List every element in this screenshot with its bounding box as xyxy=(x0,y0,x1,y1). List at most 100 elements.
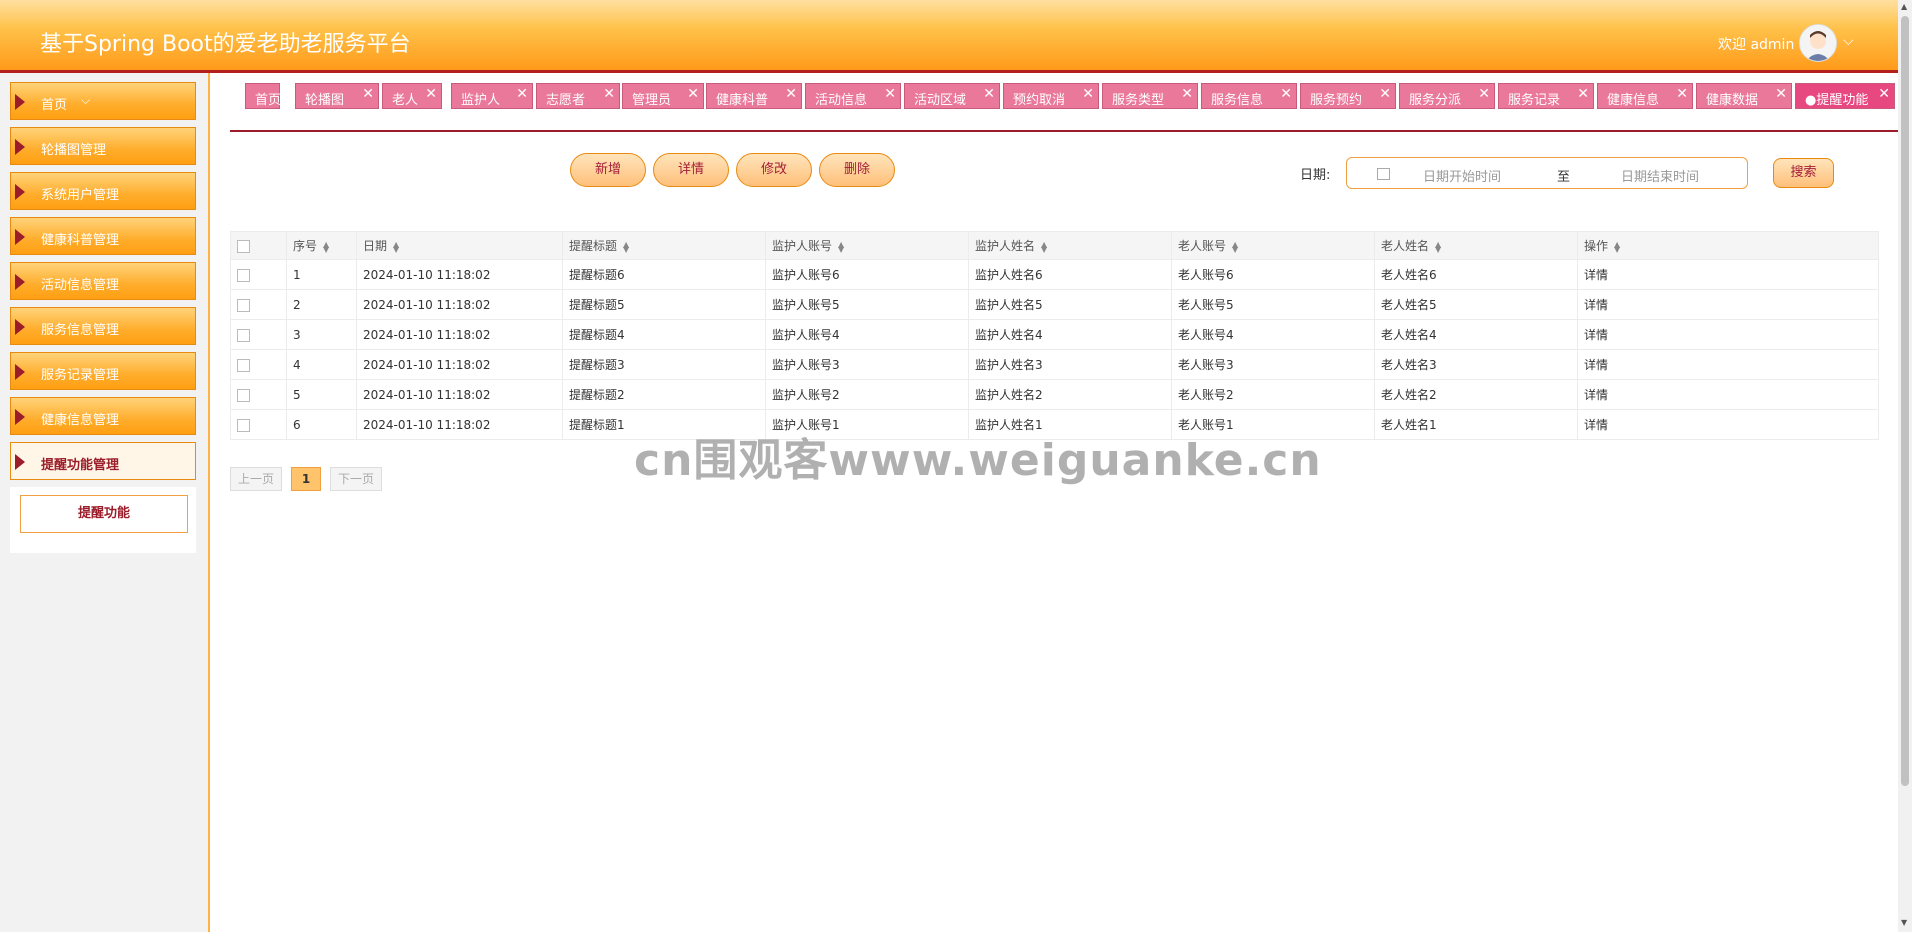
date-start-input[interactable]: 日期开始时间 xyxy=(1423,166,1501,185)
table-row[interactable]: 4 2024-01-10 11:18:02 提醒标题3 监护人账号3 监护人姓名3 老人账… xyxy=(230,349,1879,380)
row-detail-link[interactable]: 详情 xyxy=(1577,259,1879,290)
close-icon[interactable]: ✕ xyxy=(1878,86,1890,102)
tab-health-data[interactable]: 健康数据 ✕ xyxy=(1696,83,1792,109)
sort-icon[interactable]: ▲ ▼ xyxy=(323,240,329,253)
sidebar-item-service-record[interactable]: 服务记录管理 xyxy=(10,352,196,390)
tab-home[interactable]: 首页 xyxy=(245,83,281,109)
tab-volunteer[interactable]: 志愿者 ✕ xyxy=(536,83,620,109)
edit-button[interactable]: 修改 xyxy=(736,153,812,187)
date-range-picker[interactable]: 日期开始时间 至 日期结束时间 xyxy=(1346,157,1748,189)
column-header[interactable]: 老人账号 ▲ ▼ xyxy=(1171,231,1375,260)
column-header[interactable]: 老人姓名 ▲ ▼ xyxy=(1374,231,1578,260)
tab-reminder[interactable]: ●提醒功能 ✕ xyxy=(1795,83,1895,109)
tab-carousel[interactable]: 轮播图 ✕ xyxy=(295,83,379,109)
checkbox-icon[interactable] xyxy=(237,418,250,432)
tab-activity-info[interactable]: 活动信息 ✕ xyxy=(805,83,901,109)
row-detail-link[interactable]: 详情 xyxy=(1577,349,1879,380)
close-icon[interactable]: ✕ xyxy=(687,86,699,102)
row-detail-link[interactable]: 详情 xyxy=(1577,409,1879,440)
column-header[interactable]: 操作 ▲ ▼ xyxy=(1577,231,1879,260)
tab-elderly[interactable]: 老人 ✕ xyxy=(382,83,442,109)
close-icon[interactable]: ✕ xyxy=(603,86,615,102)
row-select-cell[interactable] xyxy=(230,379,287,410)
column-header[interactable]: 监护人姓名 ▲ ▼ xyxy=(968,231,1172,260)
close-icon[interactable]: ✕ xyxy=(1478,86,1490,102)
tab-activity-area[interactable]: 活动区域 ✕ xyxy=(904,83,1000,109)
close-icon[interactable]: ✕ xyxy=(1082,86,1094,102)
close-icon[interactable]: ✕ xyxy=(983,86,995,102)
close-icon[interactable]: ✕ xyxy=(785,86,797,102)
close-icon[interactable]: ✕ xyxy=(1676,86,1688,102)
tab-health-science[interactable]: 健康科普 ✕ xyxy=(706,83,802,109)
scroll-up-icon[interactable]: ▲ xyxy=(1901,2,1907,11)
column-header[interactable]: 日期 ▲ ▼ xyxy=(356,231,563,260)
row-detail-link[interactable]: 详情 xyxy=(1577,379,1879,410)
close-icon[interactable]: ✕ xyxy=(1280,86,1292,102)
search-button[interactable]: 搜索 xyxy=(1773,158,1834,188)
close-icon[interactable]: ✕ xyxy=(516,86,528,102)
tab-booking-cancel[interactable]: 预约取消 ✕ xyxy=(1003,83,1099,109)
select-all-cell[interactable] xyxy=(230,231,287,260)
checkbox-icon[interactable] xyxy=(237,239,250,253)
column-header[interactable]: 序号 ▲ ▼ xyxy=(286,231,357,260)
row-select-cell[interactable] xyxy=(230,259,287,290)
sidebar-item-reminder[interactable]: 提醒功能管理 xyxy=(10,442,196,480)
column-header[interactable]: 提醒标题 ▲ ▼ xyxy=(562,231,766,260)
close-icon[interactable]: ✕ xyxy=(1181,86,1193,102)
sidebar-item-service-info[interactable]: 服务信息管理 xyxy=(10,307,196,345)
chevron-down-icon[interactable]: ⌵ xyxy=(1843,33,1854,49)
table-row[interactable]: 1 2024-01-10 11:18:02 提醒标题6 监护人账号6 监护人姓名6 老人账… xyxy=(230,259,1879,290)
row-detail-link[interactable]: 详情 xyxy=(1577,289,1879,320)
checkbox-icon[interactable] xyxy=(237,328,250,342)
row-select-cell[interactable] xyxy=(230,319,287,350)
tab-health-info[interactable]: 健康信息 ✕ xyxy=(1597,83,1693,109)
table-row[interactable]: 3 2024-01-10 11:18:02 提醒标题4 监护人账号4 监护人姓名4 老人账… xyxy=(230,319,1879,350)
avatar[interactable] xyxy=(1799,24,1837,62)
row-select-cell[interactable] xyxy=(230,289,287,320)
sort-icon[interactable]: ▲ ▼ xyxy=(623,240,629,253)
sidebar-subitem-reminder[interactable]: 提醒功能 xyxy=(20,495,188,533)
close-icon[interactable]: ✕ xyxy=(884,86,896,102)
sidebar-item-system-users[interactable]: 系统用户管理 xyxy=(10,172,196,210)
sidebar-item-health-science[interactable]: 健康科普管理 xyxy=(10,217,196,255)
scroll-down-icon[interactable]: ▼ xyxy=(1901,918,1907,927)
scrollbar[interactable]: ▲ ▼ xyxy=(1898,0,1912,932)
sort-icon[interactable]: ▲ ▼ xyxy=(393,240,399,253)
sort-icon[interactable]: ▲ ▼ xyxy=(1041,240,1047,253)
table-row[interactable]: 5 2024-01-10 11:18:02 提醒标题2 监护人账号2 监护人姓名2 老人账… xyxy=(230,379,1879,410)
table-row[interactable]: 2 2024-01-10 11:18:02 提醒标题5 监护人账号5 监护人姓名5 老人账… xyxy=(230,289,1879,320)
close-icon[interactable]: ✕ xyxy=(1775,86,1787,102)
tab-service-info[interactable]: 服务信息 ✕ xyxy=(1201,83,1297,109)
tab-service-type[interactable]: 服务类型 ✕ xyxy=(1102,83,1198,109)
sidebar-item-home[interactable]: 首页 ⌵ xyxy=(10,82,196,120)
tab-service-booking[interactable]: 服务预约 ✕ xyxy=(1300,83,1396,109)
column-header[interactable]: 监护人账号 ▲ ▼ xyxy=(765,231,969,260)
checkbox-icon[interactable] xyxy=(237,268,250,282)
checkbox-icon[interactable] xyxy=(237,388,250,402)
sort-icon[interactable]: ▲ ▼ xyxy=(838,240,844,253)
sort-icon[interactable]: ▲ ▼ xyxy=(1435,240,1441,253)
tab-service-record[interactable]: 服务记录 ✕ xyxy=(1498,83,1594,109)
row-select-cell[interactable] xyxy=(230,349,287,380)
date-end-input[interactable]: 日期结束时间 xyxy=(1621,166,1699,185)
close-icon[interactable]: ✕ xyxy=(425,86,437,102)
sidebar-item-carousel[interactable]: 轮播图管理 xyxy=(10,127,196,165)
delete-button[interactable]: 删除 xyxy=(819,153,895,187)
tab-service-dispatch[interactable]: 服务分派 ✕ xyxy=(1399,83,1495,109)
detail-button[interactable]: 详情 xyxy=(653,153,729,187)
tab-admin[interactable]: 管理员 ✕ xyxy=(622,83,704,109)
close-icon[interactable]: ✕ xyxy=(362,86,374,102)
sort-icon[interactable]: ▲ ▼ xyxy=(1614,240,1620,253)
scrollbar-thumb[interactable] xyxy=(1901,16,1909,786)
row-detail-link[interactable]: 详情 xyxy=(1577,319,1879,350)
sidebar-item-activity-info[interactable]: 活动信息管理 xyxy=(10,262,196,300)
checkbox-icon[interactable] xyxy=(237,358,250,372)
sidebar-item-health-info[interactable]: 健康信息管理 xyxy=(10,397,196,435)
checkbox-icon[interactable] xyxy=(237,298,250,312)
sort-icon[interactable]: ▲ ▼ xyxy=(1232,240,1238,253)
prev-page-button[interactable]: 上一页 xyxy=(230,467,282,491)
tab-guardian[interactable]: 监护人 ✕ xyxy=(451,83,533,109)
add-button[interactable]: 新增 xyxy=(570,153,646,187)
close-icon[interactable]: ✕ xyxy=(1577,86,1589,102)
next-page-button[interactable]: 下一页 xyxy=(330,467,382,491)
